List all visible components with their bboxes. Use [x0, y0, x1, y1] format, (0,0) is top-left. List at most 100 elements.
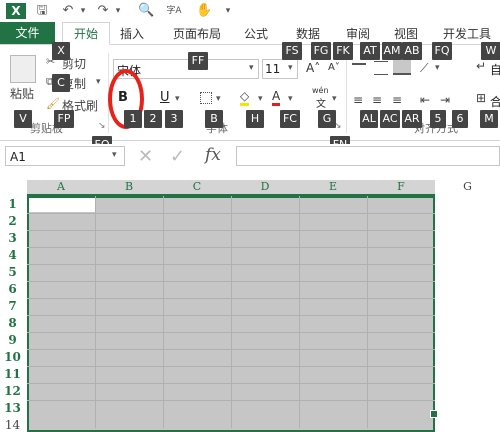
- print-preview-icon[interactable]: 🔍: [138, 3, 154, 19]
- row-header-12[interactable]: 12: [0, 384, 25, 398]
- wrap-text-label[interactable]: 自: [490, 61, 500, 78]
- keytip-format-painter[interactable]: FP: [54, 110, 74, 128]
- format-painter-icon[interactable]: 🖌: [46, 97, 60, 110]
- row-header-8[interactable]: 8: [0, 316, 25, 330]
- keytip-cut[interactable]: X: [52, 42, 70, 60]
- row-header-6[interactable]: 6: [0, 282, 25, 296]
- row-header-10[interactable]: 10: [0, 350, 25, 364]
- row-header-4[interactable]: 4: [0, 248, 25, 262]
- keytip-align-top[interactable]: AT: [360, 42, 380, 60]
- keytip-align-center[interactable]: AC: [380, 110, 400, 128]
- active-cell-a1[interactable]: [29, 198, 95, 212]
- touch-mode-icon[interactable]: ✋: [196, 3, 212, 19]
- paste-icon[interactable]: [10, 55, 36, 83]
- save-icon[interactable]: 🖫: [34, 3, 50, 19]
- tab-view[interactable]: 视图: [388, 25, 424, 43]
- keytip-font-shrink[interactable]: FK: [333, 42, 353, 60]
- customize-qat-icon[interactable]: ▾: [222, 3, 234, 19]
- font-size-dropdown-icon[interactable]: ▾: [288, 63, 293, 73]
- row-header-13[interactable]: 13: [0, 401, 25, 415]
- undo-dropdown-icon[interactable]: ▾: [78, 3, 88, 19]
- keytip-copy[interactable]: C: [52, 74, 70, 92]
- keytip-align-bottom[interactable]: AB: [402, 42, 422, 60]
- row-header-9[interactable]: 9: [0, 333, 25, 347]
- copy-dropdown-icon[interactable]: ▾: [96, 77, 101, 87]
- align-right-icon[interactable]: ≡: [392, 93, 402, 107]
- tab-review[interactable]: 审阅: [340, 25, 376, 43]
- tab-developer[interactable]: 开发工具: [438, 25, 496, 43]
- keytip-font-size[interactable]: FS: [282, 42, 302, 60]
- keytip-borders[interactable]: B: [205, 110, 223, 128]
- row-header-7[interactable]: 7: [0, 299, 25, 313]
- spelling-icon[interactable]: 字A: [166, 3, 182, 19]
- clipboard-launcher-icon[interactable]: ↘: [98, 121, 106, 131]
- select-all-corner[interactable]: [0, 180, 26, 194]
- keytip-font-color[interactable]: FC: [280, 110, 300, 128]
- row-header-1[interactable]: 1: [0, 197, 25, 211]
- increase-indent-icon[interactable]: ⇥: [440, 93, 450, 107]
- row-header-3[interactable]: 3: [0, 231, 25, 245]
- keytip-orientation[interactable]: FQ: [432, 42, 452, 60]
- row-header-11[interactable]: 11: [0, 367, 25, 381]
- tab-page-layout[interactable]: 页面布局: [168, 25, 226, 43]
- column-header-b[interactable]: B: [95, 180, 163, 196]
- merge-center-label[interactable]: 合: [490, 93, 500, 110]
- column-header-a[interactable]: A: [27, 180, 95, 196]
- align-left-icon[interactable]: ≡: [353, 93, 363, 107]
- keytip-wrap-text[interactable]: W: [481, 42, 500, 60]
- enter-icon[interactable]: ✓: [170, 146, 185, 167]
- column-header-d[interactable]: D: [231, 180, 299, 196]
- tab-insert[interactable]: 插入: [112, 25, 152, 43]
- row-header-5[interactable]: 5: [0, 265, 25, 279]
- redo-icon[interactable]: ↷: [95, 3, 111, 19]
- phonetic-dropdown-icon[interactable]: ▾: [332, 94, 337, 104]
- orientation-icon[interactable]: ⟋: [420, 61, 428, 76]
- phonetic-icon[interactable]: wén: [312, 86, 329, 95]
- underline-dropdown-icon[interactable]: ▾: [175, 94, 180, 104]
- keytip-merge[interactable]: M: [480, 110, 498, 128]
- keytip-italic[interactable]: 2: [144, 110, 162, 128]
- column-header-c[interactable]: C: [163, 180, 231, 196]
- keytip-bold[interactable]: 1: [124, 110, 142, 128]
- column-header-e[interactable]: E: [299, 180, 367, 196]
- orientation-dropdown-icon[interactable]: ▾: [435, 63, 440, 73]
- keytip-align-middle[interactable]: AM: [382, 42, 402, 60]
- align-center-icon[interactable]: ≡: [372, 93, 382, 107]
- formula-input[interactable]: [236, 146, 500, 166]
- row-header-14[interactable]: 14: [0, 418, 25, 432]
- decrease-font-icon[interactable]: A˅: [328, 62, 340, 73]
- keytip-underline[interactable]: 3: [165, 110, 183, 128]
- tab-data[interactable]: 数据: [290, 25, 326, 43]
- tab-file[interactable]: 文件: [0, 22, 55, 44]
- insert-function-icon[interactable]: fx: [205, 145, 221, 165]
- borders-icon[interactable]: [200, 92, 212, 104]
- font-name-dropdown-icon[interactable]: ▾: [249, 63, 254, 73]
- keytip-fill-color[interactable]: H: [246, 110, 264, 128]
- keytip-align-right[interactable]: AR: [402, 110, 422, 128]
- name-box[interactable]: A1: [5, 146, 125, 166]
- decrease-indent-icon[interactable]: ⇤: [420, 93, 430, 107]
- font-color-icon[interactable]: A: [272, 89, 281, 106]
- borders-dropdown-icon[interactable]: ▾: [216, 94, 221, 104]
- column-header-f[interactable]: F: [367, 180, 435, 196]
- undo-icon[interactable]: ↶: [60, 3, 76, 19]
- redo-dropdown-icon[interactable]: ▾: [113, 3, 123, 19]
- merge-center-icon[interactable]: ⊞: [476, 91, 486, 105]
- fill-color-dropdown-icon[interactable]: ▾: [258, 94, 263, 104]
- wrap-text-icon[interactable]: ↵: [476, 59, 486, 73]
- keytip-page-layout[interactable]: FF: [188, 52, 208, 70]
- keytip-align-left[interactable]: AL: [360, 110, 378, 128]
- keytip-font-grow[interactable]: FG: [311, 42, 331, 60]
- underline-button[interactable]: U: [160, 90, 170, 105]
- keytip-decrease-indent[interactable]: 5: [430, 110, 446, 128]
- paste-button-label[interactable]: 粘贴: [10, 85, 34, 102]
- top-align-icon[interactable]: [352, 63, 366, 75]
- keytip-phonetic[interactable]: G: [318, 110, 336, 128]
- worksheet-grid[interactable]: A B C D E F G 1 2 3 4 5 6 7 8 9 10 11 12…: [0, 180, 500, 432]
- font-color-dropdown-icon[interactable]: ▾: [288, 94, 293, 104]
- column-header-g[interactable]: G: [435, 180, 500, 194]
- fill-color-icon[interactable]: ◇: [240, 89, 250, 106]
- keytip-paste[interactable]: V: [14, 110, 32, 128]
- fill-handle[interactable]: [430, 410, 438, 418]
- increase-font-icon[interactable]: A˄: [306, 61, 320, 75]
